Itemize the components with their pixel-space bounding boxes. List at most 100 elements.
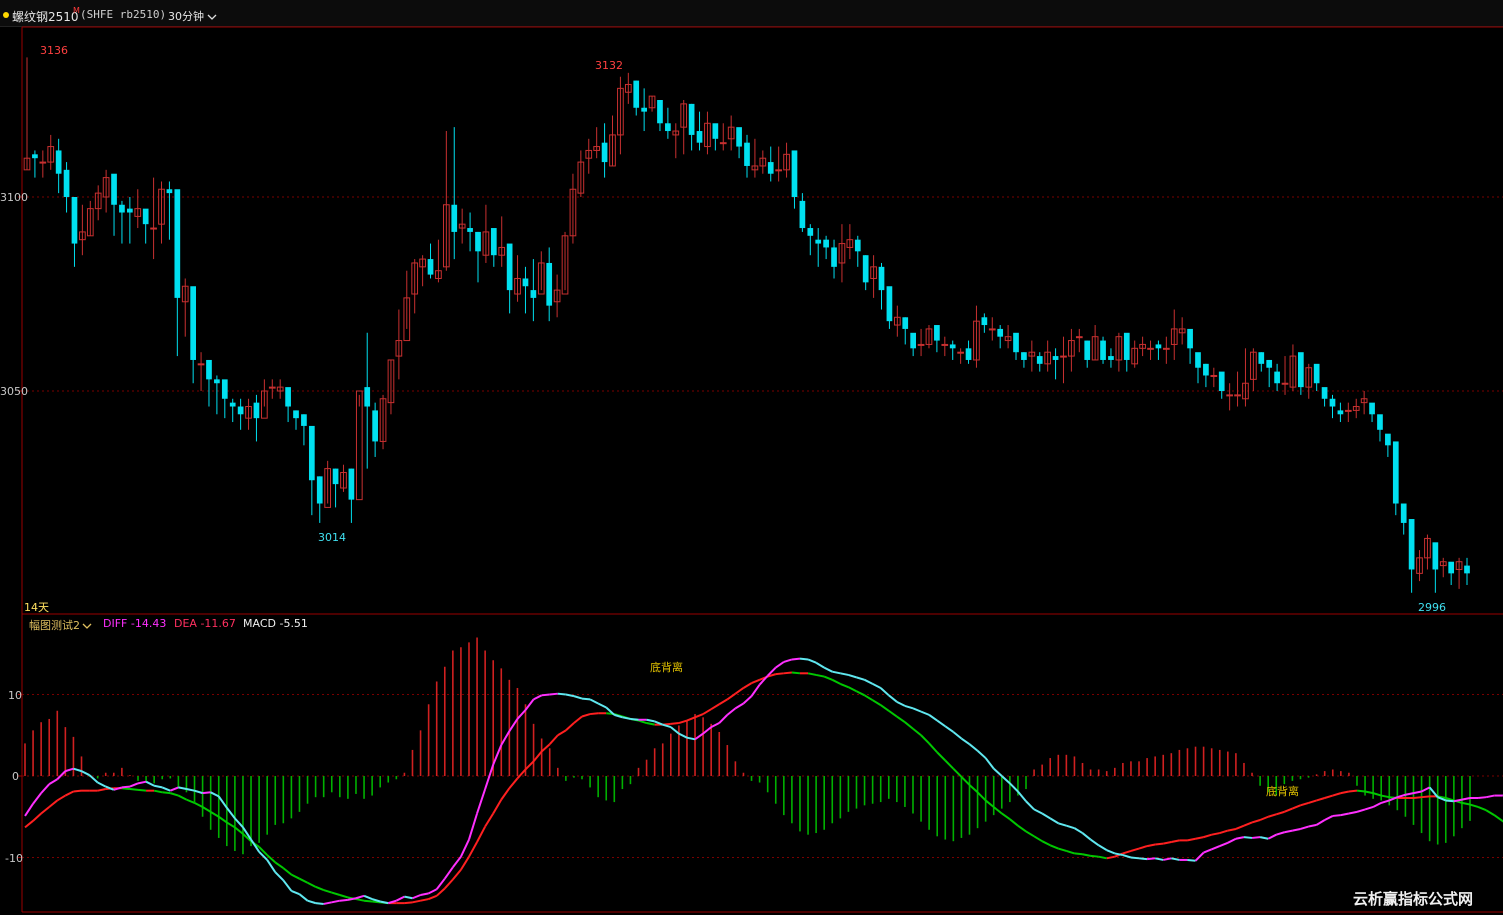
candle-body: [997, 328, 1004, 337]
diff-line-segment: [1211, 845, 1221, 851]
diff-line-segment: [1445, 799, 1454, 803]
candle-body: [150, 227, 157, 230]
diff-line-segment: [630, 717, 639, 721]
candle-body: [902, 317, 909, 329]
candle-body: [32, 154, 38, 159]
candle-body: [1408, 519, 1415, 570]
diff-line-segment: [904, 704, 914, 710]
dea-line-segment: [162, 791, 171, 795]
diff-line-segment: [928, 714, 938, 722]
diff-line-segment: [1203, 848, 1213, 854]
dea-line-segment: [452, 869, 462, 881]
dea-line-segment: [56, 794, 66, 802]
diff-line-segment: [694, 732, 704, 741]
diff-line-segment: [573, 695, 583, 700]
dea-line-segment: [557, 729, 567, 737]
candle-body: [712, 123, 719, 139]
dea-line-segment: [1017, 824, 1027, 833]
candle-body: [1218, 371, 1225, 391]
candle-body: [1464, 565, 1470, 574]
diff-line-segment: [435, 878, 446, 890]
last-low-price-label: 2996: [1418, 601, 1446, 614]
diff-line-segment: [856, 676, 865, 681]
candle-body: [957, 351, 964, 354]
diff-line-segment: [993, 767, 1003, 777]
dea-line-segment: [1098, 855, 1107, 860]
diff-line-segment: [307, 899, 316, 905]
diff-line-segment: [815, 661, 825, 669]
dea-line-segment: [194, 802, 204, 808]
candle-body: [1321, 387, 1328, 399]
diff-line-segment: [896, 700, 906, 707]
dea-line-segment: [807, 672, 817, 676]
diff-line-segment: [1163, 857, 1172, 861]
dea-line-segment: [355, 898, 365, 902]
dea-line-segment: [1381, 794, 1390, 799]
dea-line-segment: [1227, 827, 1237, 832]
candle-body: [293, 410, 299, 419]
diff-line-segment: [1171, 857, 1180, 861]
diff-line-segment: [864, 678, 874, 685]
dea-line-segment: [1155, 842, 1164, 846]
diff-line-segment: [1058, 822, 1067, 827]
dea-line-segment: [484, 812, 495, 828]
dea-line-segment: [573, 715, 583, 724]
candle-body: [71, 197, 78, 244]
macd-value: MACD -5.51: [243, 617, 308, 630]
candle-body: [886, 286, 893, 322]
candle-body: [1162, 347, 1170, 350]
diff-line-segment: [1066, 824, 1075, 830]
diff-line-segment: [783, 658, 793, 663]
diff-line-segment: [217, 795, 228, 809]
diff-line-segment: [1356, 808, 1366, 813]
diff-line-segment: [670, 726, 680, 735]
candle-body: [285, 387, 291, 407]
dea-line-segment: [1413, 796, 1422, 799]
candle-body: [111, 173, 117, 205]
dea-line-segment: [500, 787, 511, 801]
candle-body: [1100, 340, 1106, 360]
diff-line-segment: [1364, 806, 1374, 811]
dea-line-segment: [186, 798, 195, 804]
dea-line-segment: [1493, 814, 1503, 822]
candle-body: [1274, 371, 1280, 384]
dea-line-segment: [1300, 801, 1309, 807]
dea-line-segment: [1243, 821, 1253, 827]
dea-line-segment: [912, 727, 922, 737]
diff-line-segment: [194, 789, 203, 795]
candle-body: [1281, 382, 1289, 385]
candle-body: [332, 468, 339, 485]
dea-line-segment: [1171, 839, 1180, 843]
diff-line-segment: [557, 692, 566, 696]
dea-line-segment: [702, 708, 712, 715]
indicator-name[interactable]: 幅图测试2: [29, 617, 92, 633]
diff-line-segment: [153, 784, 163, 789]
diff-line-segment: [274, 871, 285, 882]
diff-line-segment: [81, 770, 91, 777]
dea-line-segment: [1130, 847, 1140, 852]
diff-line-segment: [1477, 796, 1487, 799]
candle-body: [807, 228, 814, 236]
dea-line-segment: [718, 698, 728, 706]
dea-line-segment: [783, 671, 792, 675]
diff-line-segment: [823, 666, 833, 673]
dea-line-segment: [1146, 843, 1156, 848]
diff-line-segment: [936, 719, 946, 728]
candle-body: [546, 262, 553, 306]
diff-line-segment: [202, 791, 211, 795]
dea-line-segment: [1267, 813, 1277, 818]
dea-line-segment: [428, 894, 438, 900]
dea-line-segment: [274, 861, 284, 869]
diff-line-segment: [1292, 827, 1301, 832]
diff-line-segment: [976, 749, 987, 759]
dea-line-segment: [1372, 792, 1382, 797]
diff-line-segment: [1219, 841, 1229, 848]
diff-line-segment: [443, 866, 454, 880]
candle-body: [719, 142, 727, 145]
dea-line-segment: [646, 722, 655, 726]
candle-body: [253, 402, 260, 419]
candle-body: [63, 169, 70, 197]
chart-area[interactable]: [0, 0, 1503, 915]
diff-line-segment: [339, 898, 349, 902]
dea-line-segment: [742, 682, 753, 689]
